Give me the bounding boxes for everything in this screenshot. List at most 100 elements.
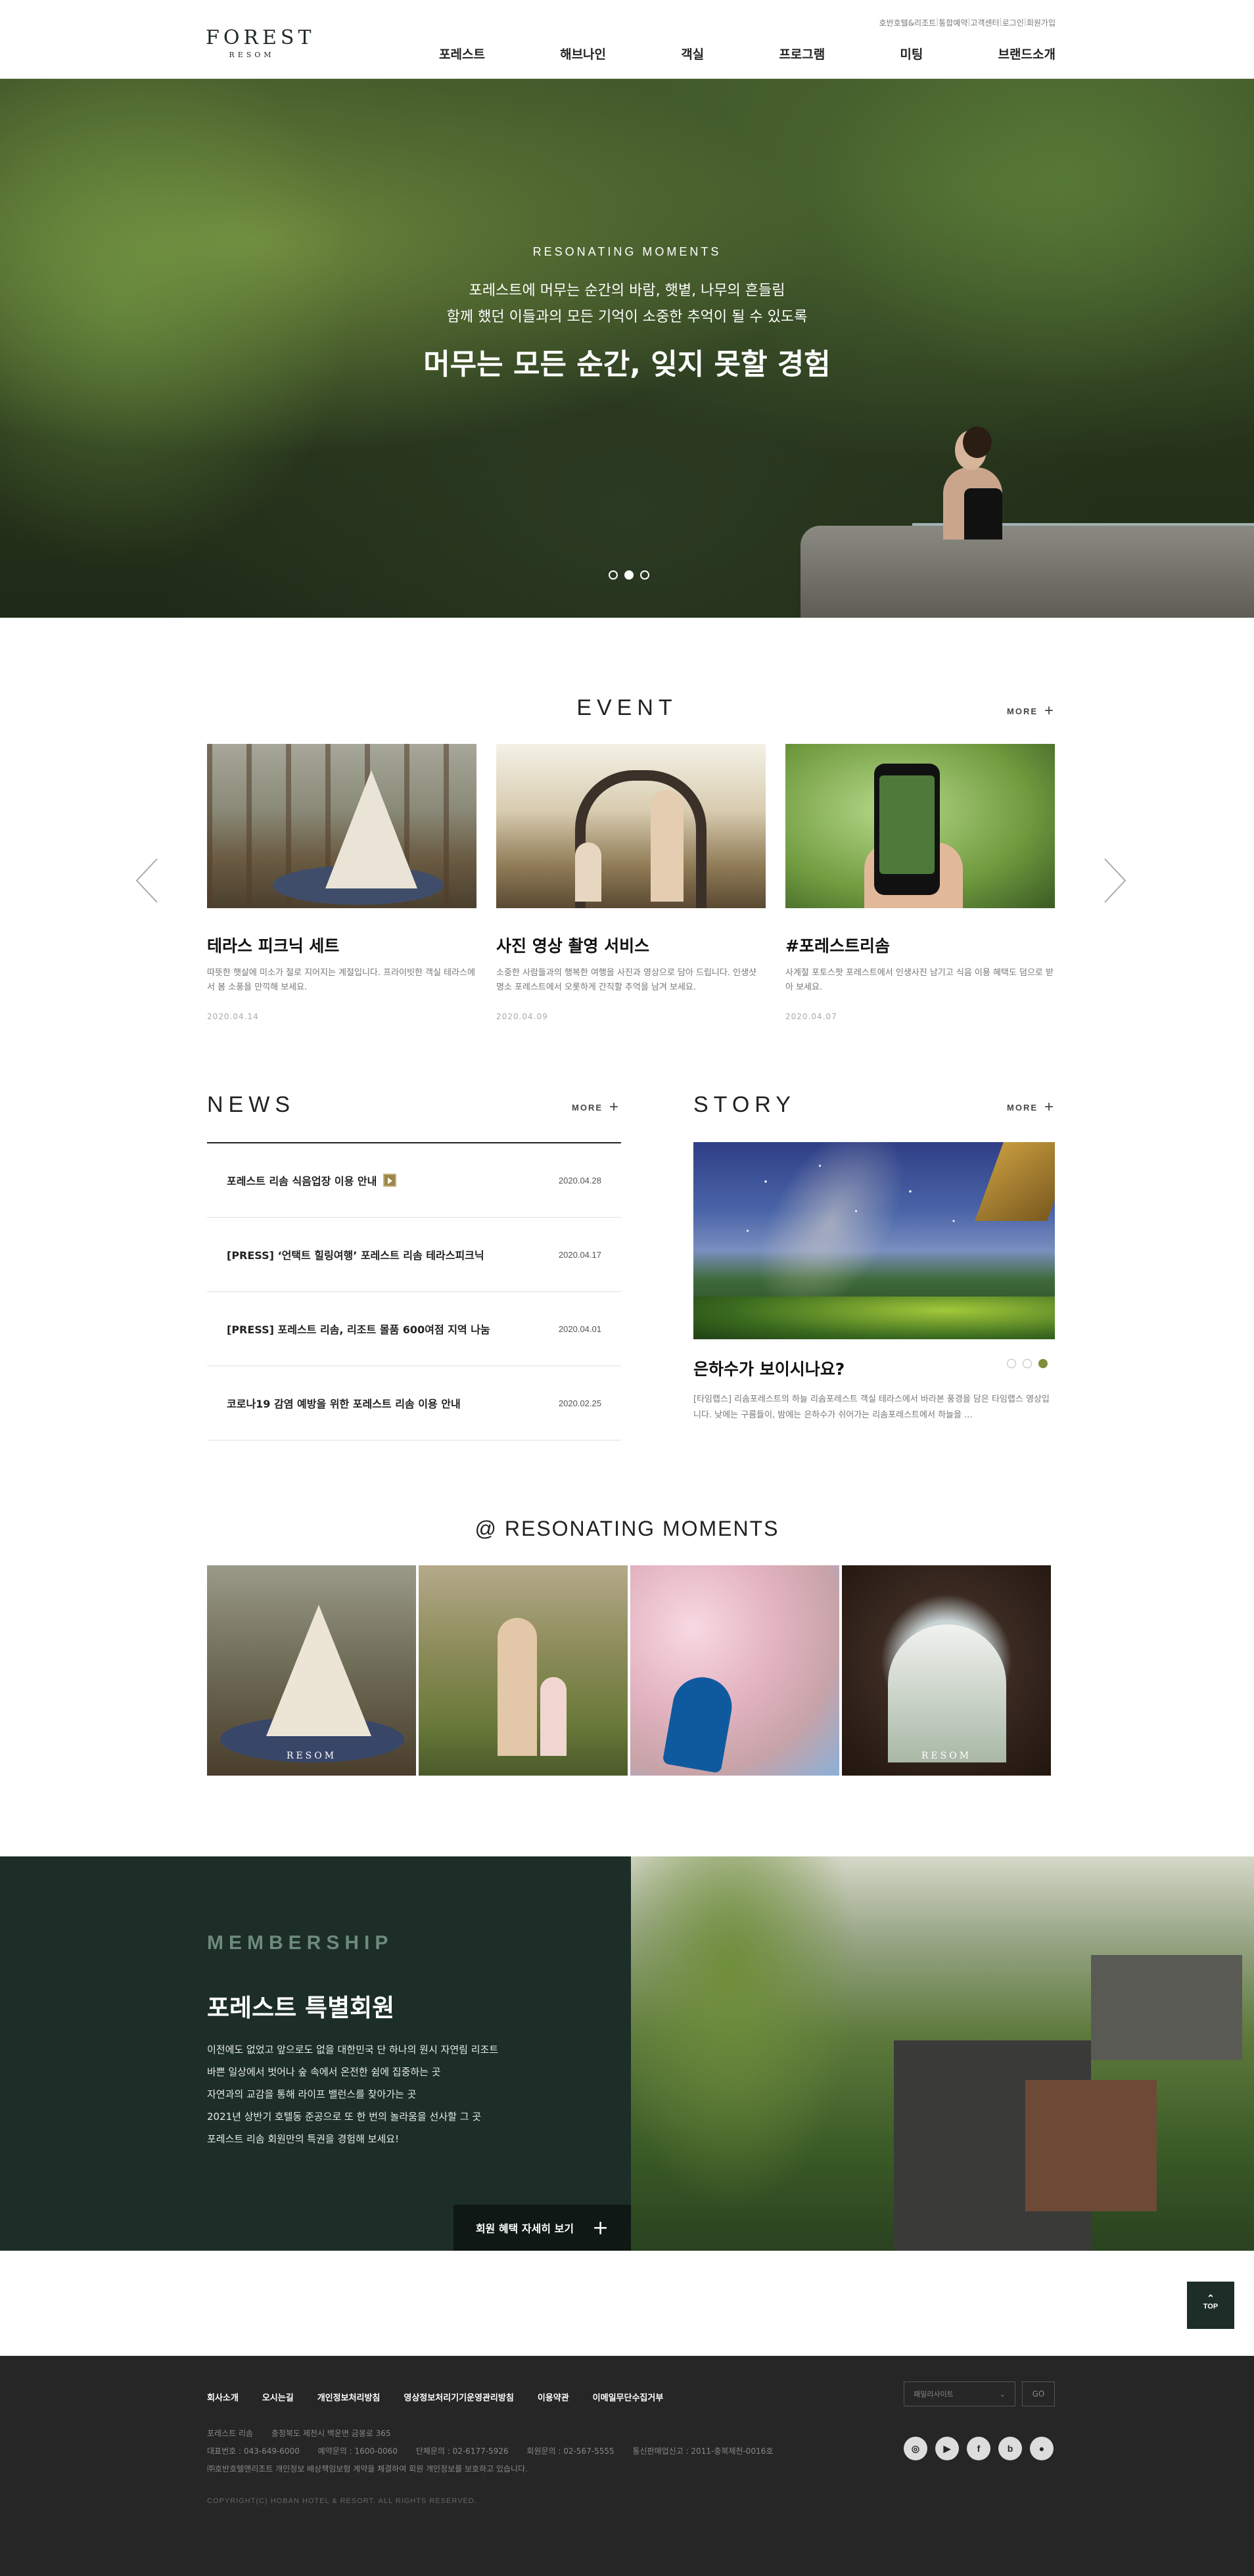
util-link-signup[interactable]: 회원가입 — [1027, 17, 1056, 28]
news-more-link[interactable]: MORE + — [572, 1099, 620, 1115]
plus-icon: + — [1044, 702, 1056, 720]
news-item[interactable]: [PRESS] ‘언택트 힐링여행’ 포레스트 리솜 테라스피크닉 2020.0… — [207, 1218, 621, 1292]
footer-link-cctv-policy[interactable]: 영상정보처리기기운영관리방침 — [404, 2391, 513, 2403]
family-site-label: 패밀리사이트 — [914, 2390, 954, 2399]
more-label: MORE — [1007, 706, 1038, 716]
story-slide-dot[interactable] — [1007, 1359, 1016, 1368]
moment-photo-tent[interactable]: RESOM — [207, 1565, 416, 1776]
membership-line: 2021년 상반기 호텔동 준공으로 또 한 번의 놀라움을 선사할 그 곳 — [207, 2111, 482, 2123]
hero-headline: 머무는 모든 순간, 잊지 못할 경험 — [423, 348, 831, 381]
nav-brand[interactable]: 브랜드소개 — [967, 45, 1056, 62]
news-list: 포레스트 리솜 식음업장 이용 안내 2020.04.28 [PRESS] ‘언… — [207, 1143, 621, 1440]
chevron-up-icon: ⌃ — [1207, 2293, 1215, 2303]
news-item-date: 2020.04.17 — [558, 1249, 601, 1260]
story-slide-dot[interactable] — [1023, 1359, 1032, 1368]
story-slide-dot-active[interactable] — [1038, 1359, 1048, 1368]
event-image-phone — [785, 744, 1055, 908]
event-section-title: EVENT — [576, 695, 678, 720]
footer-company-name: 포레스트 리솜 — [207, 2429, 254, 2438]
membership-line: 자연과의 교감을 통해 라이프 밸런스를 찾아가는 곳 — [207, 2088, 417, 2100]
more-label: MORE — [1007, 1102, 1038, 1113]
nav-meeting[interactable]: 미팅 — [868, 45, 923, 62]
news-item-date: 2020.04.01 — [558, 1323, 601, 1334]
story-section-title: STORY — [693, 1092, 796, 1117]
utility-links: 호반호텔&리조트 | 통합예약 | 고객센터 | 로그인 | 회원가입 — [879, 17, 1056, 28]
footer-link-terms[interactable]: 이용약관 — [538, 2391, 569, 2403]
util-link-booking[interactable]: 통합예약 — [939, 17, 967, 28]
util-link-login[interactable]: 로그인 — [1002, 17, 1024, 28]
event-card-title: 테라스 피크닉 세트 — [207, 936, 340, 955]
news-item-title: 포레스트 리솜 식음업장 이용 안내 — [227, 1175, 377, 1187]
hero-banner: RESONATING MOMENTS 포레스트에 머무는 순간의 바람, 햇볕,… — [0, 79, 1254, 618]
footer-phone-main: 대표번호 : 043-649-6000 — [207, 2447, 300, 2456]
footer-insurance-note: ㈜호반호텔앤리조트 개인정보 배상책임보험 계약을 체결하여 회원 개인정보를 … — [207, 2464, 528, 2473]
hero-slide-dot-active[interactable] — [624, 570, 634, 580]
footer-info-row: 포레스트 리솜 충청북도 제천시 백운면 금봉로 365 — [207, 2425, 789, 2443]
membership-kicker: MEMBERSHIP — [207, 1932, 394, 1954]
footer-link-email-refusal[interactable]: 이메일무단수집거부 — [593, 2391, 664, 2403]
nav-forest[interactable]: 포레스트 — [407, 45, 485, 62]
membership-detail-button[interactable]: 회원 혜택 자세히 보기 + — [453, 2205, 631, 2251]
event-prev-arrow[interactable] — [134, 858, 160, 904]
event-image-photo-service — [496, 744, 766, 908]
footer-info-row: 대표번호 : 043-649-6000 예약문의 : 1600-0060 단체문… — [207, 2443, 789, 2460]
nav-haven-nine[interactable]: 해브나인 — [528, 45, 606, 62]
util-link-hoban[interactable]: 호반호텔&리조트 — [879, 17, 937, 28]
news-item-date: 2020.02.25 — [558, 1398, 601, 1408]
moment-photo-tunnel[interactable]: RESOM — [842, 1565, 1051, 1776]
event-card-desc: 소중한 사람들과의 행복한 여행을 사진과 영상으로 담아 드립니다. 인생샷 … — [496, 968, 756, 992]
story-post-title[interactable]: 은하수가 보이시나요? — [693, 1356, 845, 1380]
membership-section — [0, 1856, 1254, 2251]
membership-body: 이전에도 없었고 앞으로도 없을 대한민국 단 하나의 원시 자연림 리조트 바… — [207, 2038, 498, 2150]
membership-line: 바쁜 일상에서 벗어나 숲 속에서 온전한 쉼에 집중하는 곳 — [207, 2066, 441, 2078]
kakaotalk-icon[interactable]: ● — [1030, 2437, 1054, 2460]
blog-icon[interactable]: b — [998, 2437, 1022, 2460]
story-more-link[interactable]: MORE + — [1007, 1099, 1055, 1115]
forest-resom-logo[interactable]: FOREST RESOM — [206, 26, 315, 59]
moment-photo-family[interactable] — [419, 1565, 628, 1776]
event-card-desc: 따뜻한 햇살에 미소가 절로 지어지는 계절입니다. 프라이빗한 객실 테라스에… — [207, 968, 475, 992]
youtube-icon[interactable]: ▶ — [935, 2437, 959, 2460]
event-card-date: 2020.04.07 — [785, 1012, 837, 1021]
nav-programs[interactable]: 프로그램 — [747, 45, 825, 62]
chevron-left-icon — [135, 858, 158, 903]
news-item[interactable]: 코로나19 감염 예방을 위한 포레스트 리솜 이용 안내 2020.02.25 — [207, 1366, 621, 1440]
hero-slide-dot[interactable] — [609, 570, 618, 580]
hero-slide-dot[interactable] — [640, 570, 649, 580]
story-slide-dots — [1007, 1359, 1048, 1368]
moment-photo-cherry-blossom[interactable] — [630, 1565, 839, 1776]
membership-button-label: 회원 혜택 자세히 보기 — [475, 2222, 574, 2235]
event-card[interactable]: 테라스 피크닉 세트 따뜻한 햇살에 미소가 절로 지어지는 계절입니다. 프라… — [207, 744, 476, 1021]
event-next-arrow[interactable] — [1102, 858, 1128, 904]
chevron-right-icon — [1104, 858, 1126, 903]
footer-link-privacy[interactable]: 개인정보처리방침 — [317, 2391, 381, 2403]
event-card-desc: 사계절 포토스팟 포레스트에서 인생사진 남기고 식음 이용 혜택도 덤으로 받… — [785, 968, 1054, 992]
news-item[interactable]: 포레스트 리솜 식음업장 이용 안내 2020.04.28 — [207, 1143, 621, 1218]
facebook-icon[interactable]: f — [967, 2437, 990, 2460]
util-link-customer-center[interactable]: 고객센터 — [970, 17, 999, 28]
family-site-go-button[interactable]: GO — [1022, 2381, 1055, 2406]
scroll-top-button[interactable]: ⌃ TOP — [1187, 2282, 1234, 2329]
event-more-link[interactable]: MORE + — [1007, 703, 1055, 719]
family-site-select[interactable]: 패밀리사이트 ⌄ — [904, 2381, 1015, 2406]
moments-section-title: @ RESONATING MOMENTS — [475, 1517, 779, 1540]
resom-watermark: RESOM — [921, 1751, 972, 1761]
instagram-icon[interactable]: ◎ — [904, 2437, 927, 2460]
story-image-milky-way[interactable] — [693, 1142, 1055, 1339]
logo-text: FOREST — [206, 26, 315, 49]
news-item[interactable]: [PRESS] 포레스트 리솜, 리조트 몰품 600여점 지역 나눔 2020… — [207, 1292, 621, 1366]
story-post-desc: [타임랩스] 리솜포레스트의 하늘 리솜포레스트 객실 테라스에서 바라본 풍경… — [693, 1394, 1050, 1420]
footer-links: 회사소개 오시는길 개인정보처리방침 영상정보처리기기운영관리방침 이용약관 이… — [207, 2391, 663, 2403]
membership-line: 포레스트 리솜 회원만의 특권을 경험해 보세요! — [207, 2133, 400, 2145]
event-card[interactable]: 사진 영상 촬영 서비스 소중한 사람들과의 행복한 여행을 사진과 영상으로 … — [496, 744, 766, 1021]
main-nav: 포레스트 해브나인 객실 프로그램 미팅 브랜드소개 — [407, 45, 1056, 62]
event-card-date: 2020.04.14 — [207, 1012, 259, 1021]
footer-link-directions[interactable]: 오시는길 — [262, 2391, 294, 2403]
plus-icon: + — [1044, 1098, 1056, 1116]
footer-copyright: COPYRIGHT(C) HOBAN HOTEL & RESORT. ALL R… — [207, 2497, 477, 2505]
nav-rooms[interactable]: 객실 — [649, 45, 704, 62]
footer-link-about[interactable]: 회사소개 — [207, 2391, 239, 2403]
hero-copy: RESONATING MOMENTS 포레스트에 머무는 순간의 바람, 햇볕,… — [0, 245, 1254, 382]
plus-icon: + — [609, 1098, 620, 1116]
event-card[interactable]: #포레스트리솜 사계절 포토스팟 포레스트에서 인생사진 남기고 식음 이용 혜… — [785, 744, 1055, 1021]
